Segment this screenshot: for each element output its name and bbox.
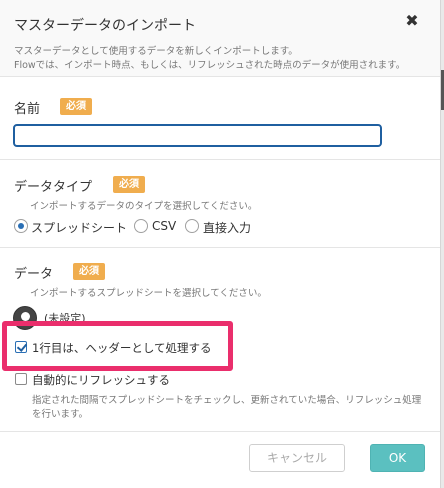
name-label: 名前 [14, 102, 41, 117]
auto-refresh-help-line2: を行います。 [32, 409, 89, 420]
required-badge: 必須 [60, 98, 92, 115]
import-master-data-dialog: マスターデータのインポート ✖ マスターデータとして使用するデータを新しくインポ… [0, 0, 440, 488]
dialog-title: マスターデータのインポート [14, 18, 196, 34]
close-icon[interactable]: ✖ [404, 13, 420, 29]
dialog-header: マスターデータのインポート ✖ マスターデータとして使用するデータを新しくインポ… [0, 0, 440, 77]
name-section [0, 77, 440, 160]
radio-direct-input[interactable] [185, 219, 199, 233]
cancel-button[interactable]: キャンセル [249, 444, 345, 472]
highlight-annotation [2, 321, 233, 371]
auto-refresh-checkbox[interactable] [15, 373, 27, 385]
required-badge: 必須 [113, 176, 145, 193]
ok-button[interactable]: OK [370, 444, 425, 472]
required-badge: 必須 [73, 263, 105, 280]
screen: マスターデータのインポート ✖ マスターデータとして使用するデータを新しくインポ… [0, 0, 444, 488]
auto-refresh-help-line1: 指定された間隔でスプレッドシートをチェックし、更新されていた場合、リフレッシュ処… [32, 395, 422, 406]
dialog-description-line2: Flowでは、インポート時点、もしくは、リフレッシュされた時点のデータが使用され… [14, 60, 406, 71]
auto-refresh-checkbox-label: 自動的にリフレッシュする [32, 373, 170, 387]
radio-spreadsheet[interactable] [14, 219, 28, 233]
data-label: データ [14, 267, 54, 282]
data-description: インポートするスプレッドシートを選択してください。 [30, 288, 267, 299]
scrollbar[interactable] [440, 0, 444, 488]
radio-csv-label: CSV [152, 219, 177, 233]
radio-csv[interactable] [134, 219, 148, 233]
radio-direct-input-label: 直接入力 [203, 221, 252, 235]
data-type-label: データタイプ [14, 180, 93, 195]
radio-spreadsheet-label: スプレッドシート [31, 221, 128, 235]
name-input[interactable] [13, 124, 382, 147]
dialog-description-line1: マスターデータとして使用するデータを新しくインポートします。 [14, 46, 298, 57]
data-type-description: インポートするデータのタイプを選択してください。 [30, 201, 258, 212]
